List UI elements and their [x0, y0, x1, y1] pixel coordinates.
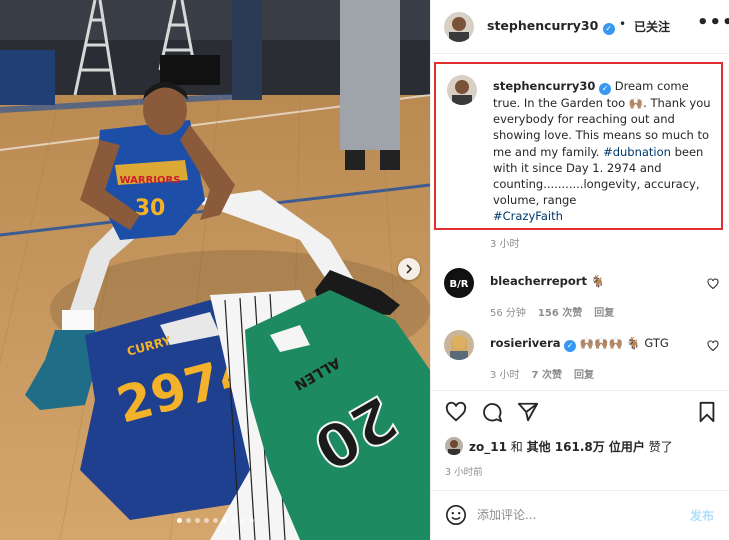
comment-text: bleacherreport 🐐	[490, 274, 605, 288]
comment-item: rosierivera ✓ 🙌🏽🙌🏽🙌🏽 🐐 GTG 3 小时 7 次赞 回复	[431, 330, 729, 390]
carousel-dot[interactable]	[194, 518, 200, 523]
comment-item: B/R bleacherreport 🐐 56 分钟 156 次赞 回复	[431, 268, 729, 328]
comment-text: rosierivera ✓ 🙌🏽🙌🏽🙌🏽 🐐 GTG	[490, 336, 669, 352]
emoji-icon[interactable]	[445, 504, 467, 526]
share-send-icon[interactable]	[517, 401, 539, 423]
comment-like-count[interactable]: 7 次赞	[532, 366, 562, 381]
likes-and: 和	[510, 439, 523, 454]
photo-artwork: 30 WARRIORS 2974 CURRY 20 ALLEN	[0, 0, 430, 540]
author-avatar[interactable]	[444, 12, 474, 42]
next-slide-button[interactable]	[398, 258, 420, 280]
liker-avatar[interactable]	[445, 437, 463, 455]
post-header: stephencurry30 ✓ • 已关注 •••	[431, 0, 729, 54]
post-timestamp: 3 小时前	[445, 467, 483, 478]
carousel-dots	[0, 518, 430, 523]
hashtag-dubnation[interactable]: #dubnation	[603, 145, 671, 159]
save-bookmark-icon[interactable]	[697, 401, 717, 423]
caption-username[interactable]: stephencurry30	[493, 79, 595, 93]
svg-text:B/R: B/R	[450, 279, 469, 290]
add-comment-bar: 发布	[431, 490, 729, 540]
author-username[interactable]: stephencurry30 ✓	[487, 18, 615, 35]
commenter-avatar[interactable]	[444, 330, 474, 360]
comment-input[interactable]	[477, 505, 667, 525]
carousel-dot[interactable]	[248, 518, 254, 523]
comment-like-heart-icon[interactable]	[707, 340, 719, 352]
more-options-icon[interactable]: •••	[697, 12, 729, 33]
carousel-dot[interactable]	[176, 518, 182, 523]
caption-highlight: stephencurry30 ✓ Dream come true. In the…	[434, 62, 723, 230]
post-photo: 30 WARRIORS 2974 CURRY 20 ALLEN	[0, 0, 430, 540]
comment-username[interactable]: bleacherreport	[490, 274, 587, 288]
carousel-dot[interactable]	[212, 518, 218, 523]
like-heart-icon[interactable]	[445, 401, 467, 423]
likes-suffix: 赞了	[648, 439, 673, 454]
likes-others-count[interactable]: 其他 161.8万 位用户	[527, 440, 645, 454]
caption-verified-badge-icon: ✓	[599, 83, 612, 95]
comment-body: 🐐	[590, 274, 605, 288]
carousel-dot[interactable]	[230, 518, 236, 523]
likes-summary: zo_11 和 其他 161.8万 位用户 赞了	[445, 437, 673, 455]
header-separator: •	[619, 17, 627, 31]
curry-jersey-team: WARRIORS	[120, 175, 181, 186]
carousel-dot[interactable]	[221, 518, 227, 523]
caption-author-avatar[interactable]	[447, 75, 477, 105]
caption-text: stephencurry30 ✓ Dream come true. In the…	[493, 78, 719, 225]
carousel-dot[interactable]	[203, 518, 209, 523]
carousel-dot[interactable]	[239, 518, 245, 523]
comment-reply-button[interactable]: 回复	[594, 304, 614, 319]
comment-like-count[interactable]: 156 次赞	[538, 304, 582, 319]
chevron-right-icon	[406, 264, 413, 274]
liker-username[interactable]: zo_11	[469, 440, 507, 454]
carousel-dot[interactable]	[185, 518, 191, 523]
post-action-bar	[431, 390, 729, 432]
comment-like-heart-icon[interactable]	[707, 278, 719, 290]
post-side-panel: stephencurry30 ✓ • 已关注 ••• stephencurry3…	[430, 0, 729, 540]
post-comment-button[interactable]: 发布	[690, 507, 714, 524]
curry-jersey-number: 30	[135, 196, 166, 221]
hashtag-crazyfaith[interactable]: #CrazyFaith	[493, 209, 563, 223]
verified-badge-icon: ✓	[602, 23, 615, 35]
commenter-verified-badge-icon: ✓	[564, 340, 577, 352]
comment-meta: 56 分钟 156 次赞 回复	[490, 304, 614, 319]
follow-status-button[interactable]: 已关注	[634, 18, 670, 35]
comment-body: 🙌🏽🙌🏽🙌🏽 🐐 GTG	[579, 336, 669, 350]
comment-time: 56 分钟	[490, 308, 526, 319]
comment-time: 3 小时	[490, 370, 520, 381]
comment-reply-button[interactable]: 回复	[574, 366, 594, 381]
comment-meta: 3 小时 7 次赞 回复	[490, 366, 594, 381]
commenter-avatar[interactable]: B/R	[444, 268, 474, 298]
caption-timestamp: 3 小时	[490, 239, 520, 250]
comment-bubble-icon[interactable]	[481, 401, 503, 423]
comment-username[interactable]: rosierivera	[490, 336, 561, 350]
